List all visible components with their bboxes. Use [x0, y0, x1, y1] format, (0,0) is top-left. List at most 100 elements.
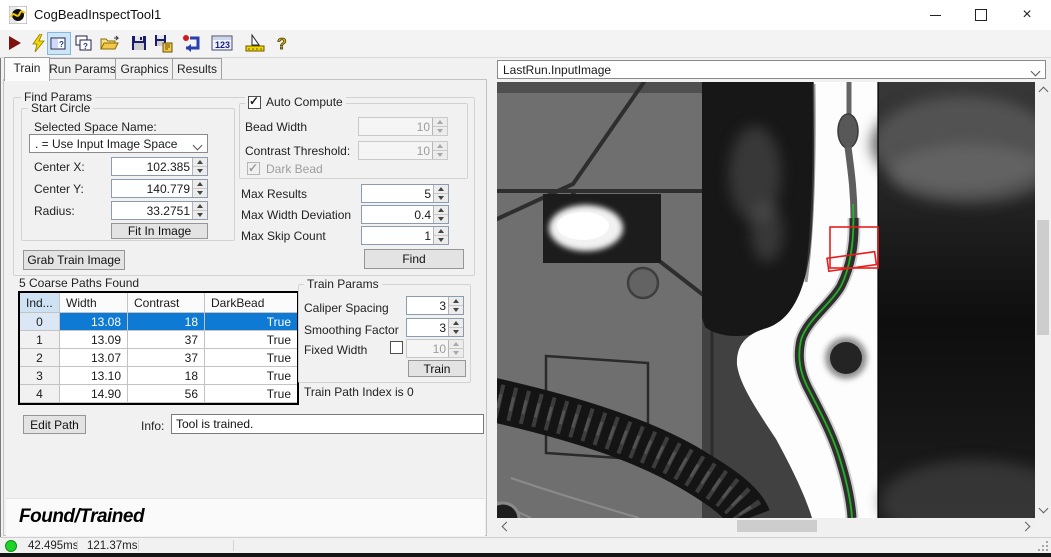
selected-space-label: Selected Space Name: [34, 120, 157, 134]
auto-compute-checkbox[interactable] [248, 95, 261, 109]
status-bar: 42.495ms 121.37ms [0, 537, 1051, 553]
resize-grip[interactable] [1038, 541, 1048, 551]
save-subset-button[interactable] [153, 32, 175, 54]
total-time: 121.37ms [87, 540, 138, 552]
horizontal-scrollbar[interactable] [497, 518, 1035, 534]
center-x-value: 102.385 [146, 159, 190, 174]
minimize-button[interactable] [918, 0, 952, 30]
info-label: Info: [141, 419, 165, 433]
cell-contrast: 37 [128, 349, 205, 367]
vertical-scrollbar[interactable] [1035, 82, 1051, 518]
chevron-down-icon [1038, 503, 1048, 514]
center-x-label: Center X: [34, 160, 85, 174]
maximize-button[interactable] [964, 0, 998, 30]
floppy-icon [132, 36, 146, 50]
edit-path-button[interactable]: Edit Path [23, 415, 86, 434]
center-x-spinner[interactable]: 102.385 [111, 157, 208, 176]
image-page-icon: ? [50, 37, 66, 49]
center-y-label: Center Y: [34, 182, 84, 196]
record-selector-combobox[interactable]: LastRun.InputImage [497, 60, 1046, 79]
svg-text:?: ? [277, 36, 287, 53]
max-width-deviation-spinner[interactable]: 0.4 [361, 205, 449, 224]
fixed-width-checkbox[interactable] [390, 341, 403, 354]
cell-contrast: 37 [128, 331, 205, 349]
run-electric-button[interactable] [27, 32, 49, 54]
bead-width-spinner: 10 [358, 117, 448, 136]
col-header-contrast[interactable]: Contrast [128, 293, 205, 313]
reset-button[interactable] [181, 32, 203, 54]
table-row[interactable]: 3 13.10 18 True [20, 367, 297, 385]
caliper-spacing-spinner[interactable]: 3 [406, 296, 464, 315]
max-width-deviation-value: 0.4 [414, 207, 431, 222]
max-width-deviation-spin-buttons[interactable] [433, 206, 448, 223]
find-button[interactable]: Find [364, 249, 464, 269]
train-button[interactable]: Train [408, 360, 466, 377]
col-header-width[interactable]: Width [60, 293, 128, 313]
chevron-down-icon [1030, 66, 1041, 77]
fixed-width-spin-buttons [448, 340, 463, 357]
horizontal-scroll-thumb[interactable] [737, 520, 817, 532]
col-header-index[interactable]: Ind... [20, 293, 60, 313]
smoothing-factor-spin-buttons[interactable] [448, 319, 463, 336]
radius-label: Radius: [34, 204, 75, 218]
scroll-down-button[interactable] [1035, 502, 1051, 518]
caliper-spacing-label: Caliper Spacing [304, 301, 389, 315]
cell-index: 4 [20, 385, 60, 403]
max-results-spin-buttons[interactable] [433, 185, 448, 202]
inspection-image[interactable] [497, 82, 1035, 518]
cell-index: 3 [20, 367, 60, 385]
paths-table-caption: 5 Coarse Paths Found [19, 276, 140, 290]
auto-compute-label: Auto Compute [266, 95, 343, 109]
close-button[interactable]: × [1010, 0, 1044, 30]
center-x-spin-buttons[interactable] [192, 158, 207, 175]
table-row[interactable]: 2 13.07 37 True [20, 349, 297, 367]
center-y-spin-buttons[interactable] [192, 180, 207, 197]
space-name-combobox[interactable]: . = Use Input Image Space [29, 134, 208, 153]
col-header-darkbead[interactable]: DarkBead [205, 293, 297, 313]
caliper-spacing-spin-buttons[interactable] [448, 297, 463, 314]
chevron-up-icon [1038, 86, 1048, 97]
smoothing-factor-spinner[interactable]: 3 [406, 318, 464, 337]
scroll-right-button[interactable] [1019, 518, 1035, 534]
max-results-spinner[interactable]: 5 [361, 184, 449, 203]
svg-text:123: 123 [215, 40, 230, 50]
tab-run-params[interactable]: Run Params [48, 58, 117, 79]
info-textbox[interactable] [171, 414, 484, 434]
table-row[interactable]: 0 13.08 18 True [20, 313, 297, 331]
run-button[interactable] [3, 32, 25, 54]
center-y-spinner[interactable]: 140.779 [111, 179, 208, 198]
toolbar: ? ? 123 ? [0, 30, 1051, 58]
dark-bead-label: Dark Bead [266, 162, 323, 176]
table-row[interactable]: 4 14.90 56 True [20, 385, 297, 403]
grab-train-image-button[interactable]: Grab Train Image [23, 250, 125, 270]
scroll-up-button[interactable] [1035, 82, 1051, 98]
contrast-threshold-label: Contrast Threshold: [245, 144, 351, 158]
maximize-icon [975, 9, 987, 21]
open-file-button[interactable] [99, 32, 121, 54]
vertical-scroll-thumb[interactable] [1037, 220, 1049, 335]
cell-contrast: 18 [128, 313, 205, 331]
table-row[interactable]: 1 13.09 37 True [20, 331, 297, 349]
help-button[interactable]: ? [272, 32, 294, 54]
close-icon: × [1022, 6, 1032, 23]
radius-spinner[interactable]: 33.2751 [111, 201, 208, 220]
caliper-spacing-value: 3 [439, 298, 446, 313]
max-results-label: Max Results [241, 187, 308, 201]
profile-tool-button[interactable] [244, 32, 266, 54]
radius-spin-buttons[interactable] [192, 202, 207, 219]
save-button[interactable] [128, 32, 150, 54]
show-image-page-toggle-button[interactable]: ? [47, 32, 71, 55]
numeric-results-button[interactable]: 123 [211, 32, 233, 54]
chevron-right-icon [1020, 521, 1031, 531]
show-controls-toggle-button[interactable]: ? [72, 32, 94, 54]
cell-width: 13.08 [60, 313, 128, 331]
max-skip-count-spin-buttons[interactable] [433, 227, 448, 244]
tab-train[interactable]: Train [4, 57, 50, 81]
tab-graphics[interactable]: Graphics [115, 58, 174, 79]
max-skip-count-spinner[interactable]: 1 [361, 226, 449, 245]
scroll-left-button[interactable] [497, 518, 513, 534]
fixed-width-spinner: 10 [406, 339, 464, 358]
tab-results[interactable]: Results [172, 58, 222, 79]
fit-in-image-button[interactable]: Fit In Image [111, 223, 208, 239]
record-selector-value: LastRun.InputImage [503, 62, 612, 77]
